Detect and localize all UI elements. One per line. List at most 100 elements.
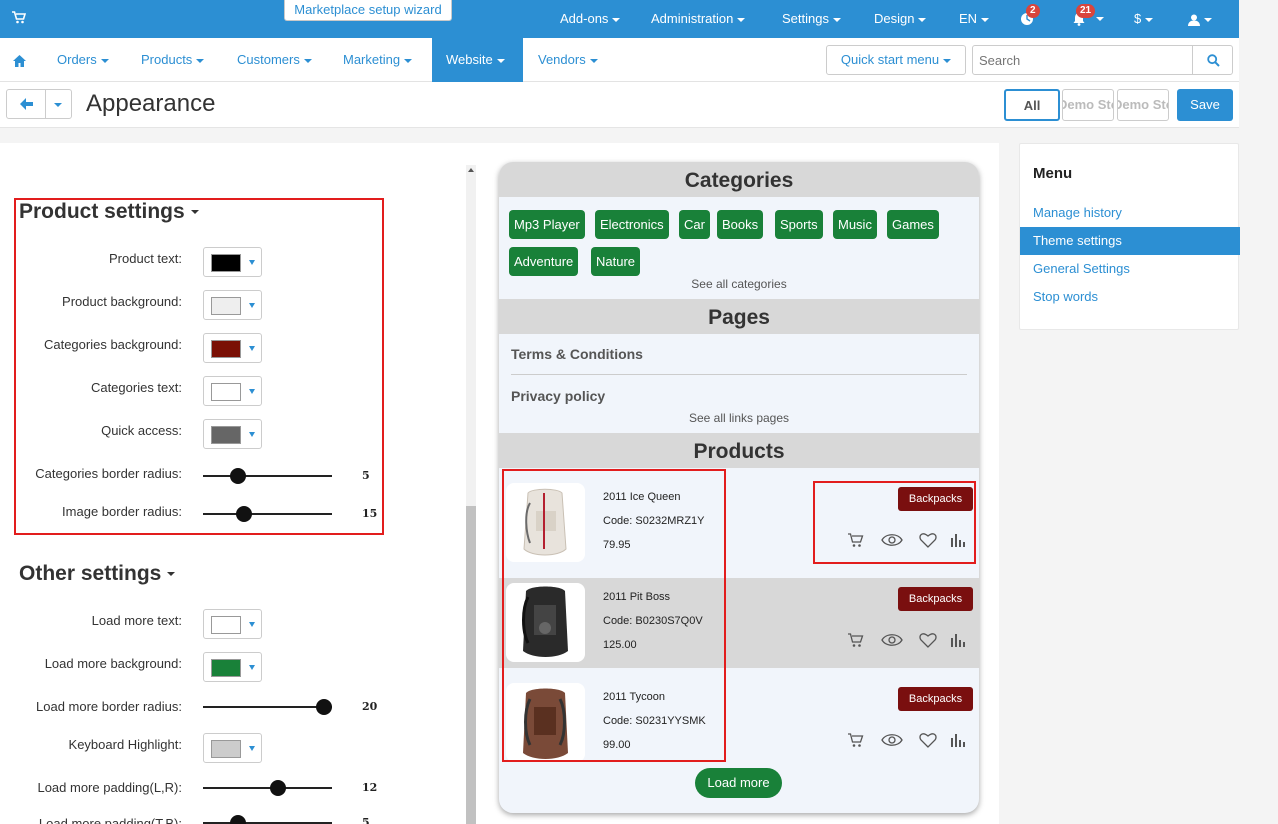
chevron-down-icon	[196, 58, 205, 63]
notifications-button[interactable]: 21	[1072, 0, 1104, 38]
categories-border-radius-slider[interactable]	[203, 468, 332, 484]
eye-icon[interactable]	[881, 632, 903, 648]
category-chip[interactable]: Nature	[591, 247, 641, 276]
quick-start-menu-button[interactable]: Quick start menu	[826, 45, 966, 75]
cart-icon[interactable]	[12, 11, 27, 27]
load-more-background-label: Load more background:	[44, 656, 182, 671]
categories-border-radius-label: Categories border radius:	[35, 466, 182, 481]
category-chip[interactable]: Books	[717, 210, 764, 239]
load-more-border-radius-slider[interactable]	[203, 699, 332, 715]
product-category-badge[interactable]: Backpacks	[898, 687, 973, 711]
categories-text-label: Categories text:	[90, 380, 182, 395]
nav-website-label: Website	[446, 52, 493, 67]
language-menu[interactable]: EN	[959, 0, 990, 38]
settings-menu[interactable]: Settings	[782, 0, 841, 38]
quick-access-color-picker[interactable]	[203, 419, 262, 449]
category-chip[interactable]: Car	[679, 210, 710, 239]
cart-icon[interactable]	[847, 632, 865, 648]
updates-button[interactable]: 2	[1020, 0, 1040, 38]
search-button[interactable]	[1192, 45, 1233, 75]
category-chip[interactable]: Adventure	[509, 247, 579, 276]
see-all-categories-link[interactable]: See all categories	[499, 277, 979, 291]
eye-icon[interactable]	[881, 732, 903, 748]
product-category-badge[interactable]: Backpacks	[898, 587, 973, 611]
slider-handle[interactable]	[236, 506, 252, 522]
nav-orders[interactable]: Orders	[57, 38, 109, 82]
heart-icon[interactable]	[919, 632, 937, 648]
design-menu[interactable]: Design	[874, 0, 927, 38]
page-link-privacy[interactable]: Privacy policy	[511, 388, 605, 404]
nav-marketing[interactable]: Marketing	[343, 38, 413, 82]
compare-chart-icon[interactable]	[949, 732, 967, 748]
load-more-button[interactable]: Load more	[695, 768, 782, 798]
nav-customers[interactable]: Customers	[237, 38, 312, 82]
chevron-down-icon	[190, 210, 199, 215]
menu-item-stop-words[interactable]: Stop words	[1020, 283, 1240, 311]
slider-handle[interactable]	[230, 815, 246, 824]
category-chip[interactable]: Electronics	[595, 210, 669, 239]
store-demo-button-2[interactable]: Demo Store	[1117, 89, 1169, 121]
color-swatch	[211, 297, 241, 315]
category-chip[interactable]: Mp3 Player	[509, 210, 585, 239]
load-more-background-color-picker[interactable]	[203, 652, 262, 682]
scrollbar-thumb[interactable]	[466, 506, 476, 824]
color-swatch	[211, 426, 241, 444]
slider-handle[interactable]	[270, 780, 286, 796]
chevron-down-icon	[737, 17, 746, 22]
heart-icon[interactable]	[919, 732, 937, 748]
chevron-down-icon	[249, 389, 255, 394]
product-settings-heading[interactable]: Product settings	[19, 200, 199, 224]
load-more-padding-lr-slider[interactable]	[203, 780, 332, 796]
design-label: Design	[874, 11, 915, 26]
other-settings-heading[interactable]: Other settings	[19, 562, 176, 586]
category-chip[interactable]: Music	[833, 210, 877, 239]
load-more-padding-tb-label: Load more padding(T,B):	[38, 816, 182, 824]
chevron-down-icon	[100, 58, 109, 63]
addons-menu[interactable]: Add-ons	[560, 0, 621, 38]
chevron-down-icon	[832, 17, 841, 22]
back-button[interactable]	[6, 89, 46, 119]
marketplace-setup-wizard-button[interactable]: Marketplace setup wizard	[284, 0, 452, 21]
nav-vendors[interactable]: Vendors	[538, 38, 598, 82]
home-icon	[13, 54, 26, 67]
see-all-pages-link[interactable]: See all links pages	[499, 411, 979, 425]
store-demo-button-1[interactable]: Demo Store	[1062, 89, 1114, 121]
product-text-color-picker[interactable]	[203, 247, 262, 277]
compare-chart-icon[interactable]	[949, 632, 967, 648]
chevron-down-icon	[981, 17, 990, 22]
categories-text-color-picker[interactable]	[203, 376, 262, 406]
save-button[interactable]: Save	[1177, 89, 1233, 121]
categories-background-color-picker[interactable]	[203, 333, 262, 363]
search-input[interactable]	[972, 45, 1193, 75]
category-chip[interactable]: Sports	[775, 210, 823, 239]
product-background-label: Product background:	[62, 294, 182, 309]
keyboard-highlight-label: Keyboard Highlight:	[68, 737, 182, 752]
cart-icon[interactable]	[847, 732, 865, 748]
administration-menu[interactable]: Administration	[651, 0, 746, 38]
currency-menu[interactable]: $	[1134, 0, 1154, 38]
product-background-color-picker[interactable]	[203, 290, 262, 320]
categories-background-label: Categories background:	[43, 337, 182, 352]
divider	[511, 374, 967, 375]
user-menu[interactable]	[1188, 0, 1212, 38]
store-all-button[interactable]: All	[1004, 89, 1060, 121]
slider-handle[interactable]	[316, 699, 332, 715]
load-more-text-color-picker[interactable]	[203, 609, 262, 639]
back-dropdown-button[interactable]	[45, 89, 72, 119]
menu-item-general-settings[interactable]: General Settings	[1020, 255, 1240, 283]
nav-products[interactable]: Products	[141, 38, 205, 82]
image-border-radius-value: 15	[362, 507, 378, 520]
menu-item-manage-history[interactable]: Manage history	[1020, 199, 1240, 227]
keyboard-highlight-color-picker[interactable]	[203, 733, 262, 763]
slider-handle[interactable]	[230, 468, 246, 484]
page-link-terms[interactable]: Terms & Conditions	[511, 346, 643, 362]
load-more-padding-lr-value: 12	[362, 781, 378, 794]
chevron-down-icon	[249, 665, 255, 670]
image-border-radius-slider[interactable]	[203, 506, 332, 522]
menu-item-theme-settings[interactable]: Theme settings	[1020, 227, 1240, 255]
category-chip[interactable]: Games	[887, 210, 939, 239]
scroll-up-arrow-icon[interactable]	[468, 168, 474, 172]
home-button[interactable]	[13, 38, 27, 82]
preview-products-title: Products	[499, 433, 979, 468]
nav-website[interactable]: Website	[432, 38, 523, 82]
